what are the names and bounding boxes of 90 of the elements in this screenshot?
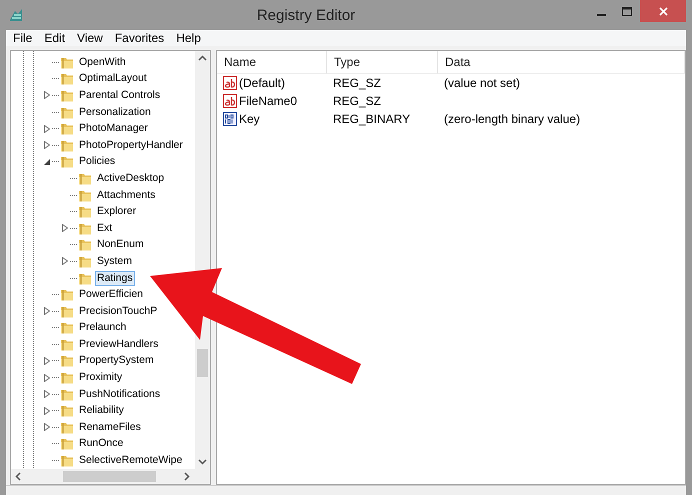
expand-icon[interactable] (44, 356, 50, 365)
value-type: REG_SZ (333, 94, 382, 108)
tree-item[interactable]: Explorer (95, 204, 138, 220)
tree-item[interactable]: Policies (77, 154, 118, 170)
close-icon (658, 6, 668, 16)
tree-item[interactable]: PropertySystem (77, 353, 156, 368)
tree-item[interactable]: Ext (95, 220, 114, 236)
expand-icon[interactable] (62, 257, 68, 266)
folder-icon (60, 354, 74, 368)
column-header[interactable]: Data (438, 51, 685, 74)
tree-item[interactable]: NonEnum (95, 237, 146, 252)
tree-item[interactable]: Personalization (77, 104, 153, 120)
tree-item[interactable]: PrecisionTouchP (77, 304, 160, 319)
folder-icon (60, 304, 74, 318)
folder-icon (78, 254, 92, 268)
value-data: (value not set) (444, 76, 520, 90)
folder-icon (60, 371, 74, 384)
expand-icon[interactable] (44, 91, 50, 100)
binary-value-icon (223, 112, 237, 126)
folder-icon (60, 138, 74, 152)
folder-icon (78, 205, 92, 218)
tree-item[interactable]: SelectiveRemoteWipe (77, 453, 184, 468)
value-type: REG_BINARY (333, 112, 410, 126)
minimize-icon (596, 14, 606, 16)
tree-item[interactable]: PhotoPropertyHandler (77, 138, 185, 153)
expand-icon[interactable] (62, 224, 68, 232)
tree-item[interactable]: OptimalLayout (77, 71, 149, 86)
menu-item[interactable]: Edit (38, 31, 72, 45)
folder-icon (60, 420, 74, 434)
folder-icon (60, 388, 74, 401)
scroll-thumb[interactable] (63, 471, 156, 482)
folder-icon (60, 155, 74, 168)
folder-icon (78, 222, 92, 235)
horizontal-scrollbar[interactable] (11, 469, 210, 484)
close-button[interactable] (640, 0, 686, 22)
tree-item[interactable]: PushNotifications (77, 386, 162, 402)
folder-icon (60, 88, 74, 102)
tree-item[interactable]: Attachments (95, 188, 158, 203)
maximize-icon (622, 6, 632, 16)
tree-item[interactable]: System (95, 254, 134, 269)
column-header[interactable]: Name (217, 51, 327, 74)
app-icon (8, 7, 24, 23)
window-title: Registry Editor (256, 6, 356, 24)
expand-icon[interactable] (44, 141, 50, 150)
column-header[interactable]: Type (327, 51, 438, 74)
expand-icon[interactable] (44, 390, 50, 398)
scroll-thumb[interactable] (197, 349, 208, 377)
folder-icon (60, 321, 74, 334)
expand-icon[interactable] (44, 124, 50, 133)
string-value-icon (223, 94, 237, 108)
tree-item[interactable]: PreviewHandlers (77, 336, 160, 352)
tree-item[interactable]: Ratings (95, 270, 135, 286)
folder-icon (60, 437, 74, 450)
value-type: REG_SZ (333, 76, 382, 90)
menu-item[interactable]: Help (170, 31, 207, 45)
expand-icon[interactable] (44, 307, 50, 316)
tree-item[interactable]: Prelaunch (77, 320, 128, 336)
folder-icon (60, 56, 74, 69)
folder-icon (60, 288, 74, 302)
string-value-icon (223, 76, 237, 90)
menu-item[interactable]: File (7, 31, 38, 45)
folder-icon (78, 238, 92, 252)
tree-item[interactable]: Parental Controls (77, 88, 162, 103)
tree-item[interactable]: Proximity (77, 370, 124, 386)
tree-item[interactable]: ActiveDesktop (95, 170, 166, 186)
value-name[interactable]: FileName0 (239, 94, 298, 108)
expand-icon[interactable] (44, 406, 50, 415)
tree-item[interactable]: PhotoManager (77, 121, 150, 136)
expand-icon[interactable] (44, 423, 50, 432)
value-name[interactable]: Key (239, 112, 260, 126)
folder-icon (78, 272, 92, 285)
tree-item[interactable]: Reliability (77, 403, 126, 418)
folder-icon (60, 338, 74, 351)
collapse-icon[interactable] (44, 158, 50, 165)
value-name[interactable]: (Default) (239, 76, 286, 90)
expand-icon[interactable] (44, 374, 50, 382)
tree-item[interactable]: RunOnce (77, 436, 126, 452)
menu-item[interactable]: Favorites (108, 31, 170, 45)
folder-icon (78, 172, 92, 185)
value-data: (zero-length binary value) (444, 112, 580, 126)
tree-item[interactable]: RenameFiles (77, 420, 143, 435)
menu-item[interactable]: View (71, 31, 109, 45)
folder-icon (60, 122, 74, 136)
folder-icon (78, 188, 92, 202)
tree-item[interactable]: PowerEfficien (77, 287, 146, 302)
tree-item[interactable]: OpenWith (77, 54, 128, 70)
folder-icon (60, 404, 74, 418)
folder-icon (60, 72, 74, 86)
folder-icon (60, 454, 74, 468)
folder-icon (60, 106, 74, 119)
